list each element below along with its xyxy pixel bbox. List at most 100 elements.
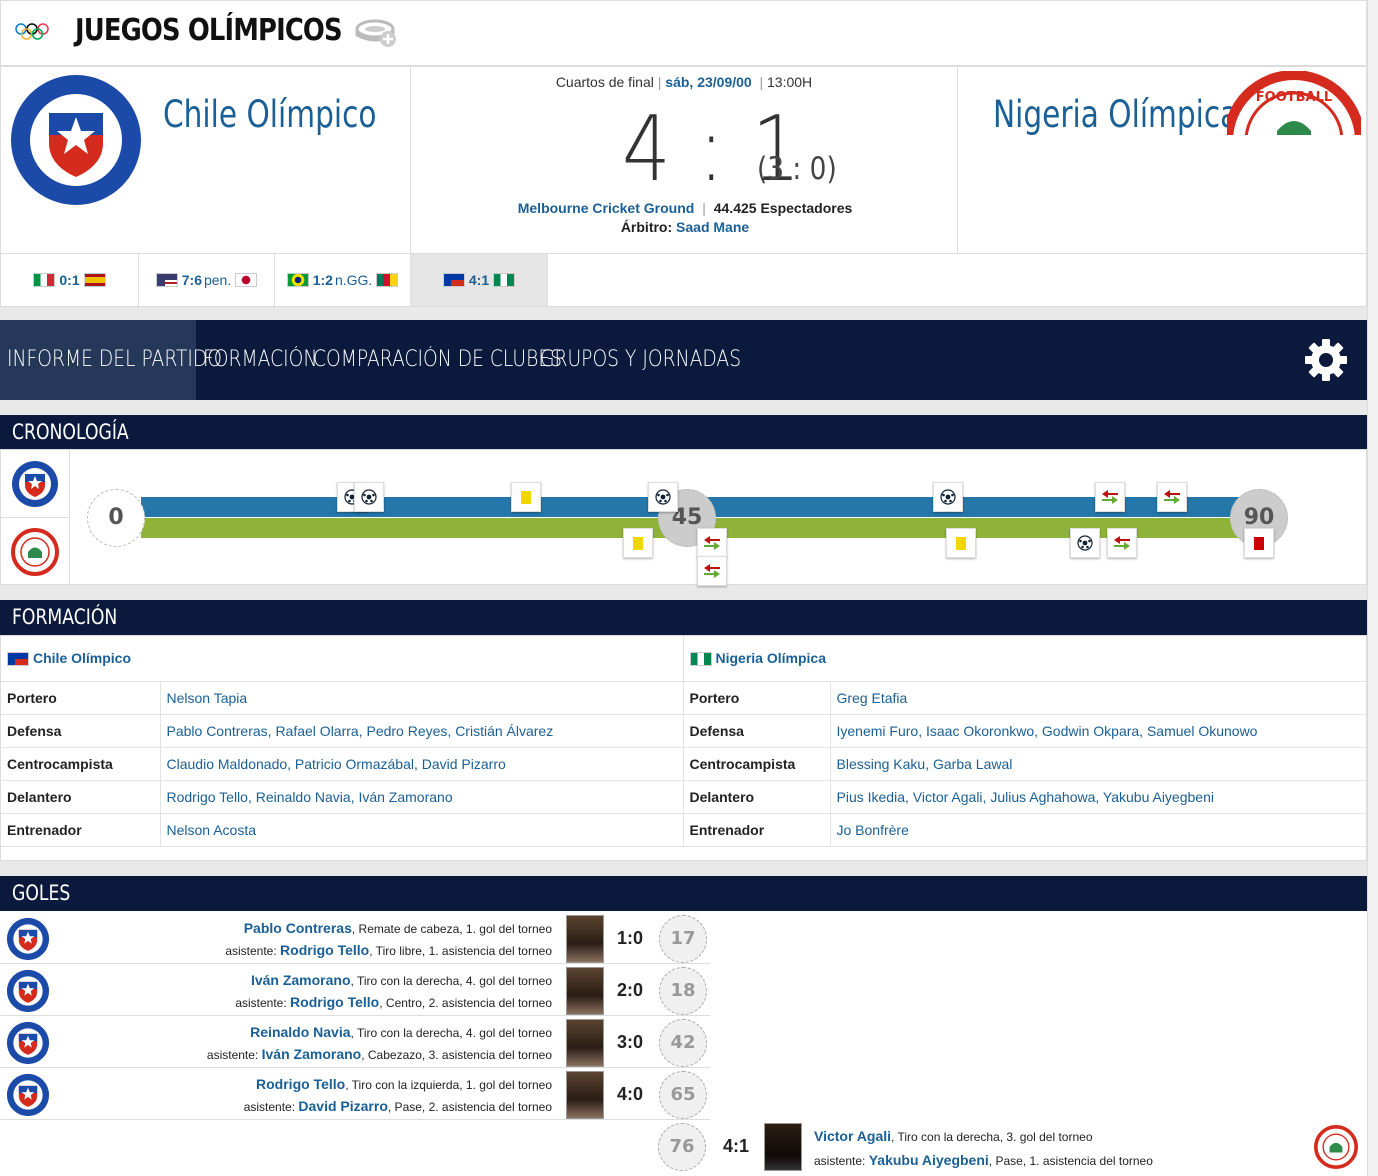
separator: | — [759, 74, 764, 90]
formation-home-team[interactable]: Chile Olímpico — [33, 650, 131, 666]
home-players[interactable]: Pablo Contreras, Rafael Olarra, Pedro Re… — [159, 714, 683, 748]
player-photo[interactable] — [566, 967, 604, 1015]
result-score: 0:1 — [59, 272, 80, 288]
assist-detail: , Pase, 1. asistencia del torneo — [988, 1154, 1153, 1168]
timeline-crests — [1, 450, 70, 584]
tab-groups[interactable]: GRUPOS Y JORNADAS — [540, 320, 741, 400]
away-players[interactable]: Iyenemi Furo, Isaac Okoronkwo, Godwin Ok… — [829, 714, 1366, 748]
separator: | — [657, 74, 662, 90]
goal-detail: , Tiro con la derecha, 4. gol del torneo — [350, 974, 552, 988]
goal-row: Rodrigo Tello, Tiro con la izquierda, 1.… — [0, 1070, 710, 1120]
goal-scorer[interactable]: Iván Zamorano — [251, 972, 351, 988]
away-team-name[interactable]: Nigeria Olímpica — [993, 93, 1238, 136]
match-time: 13:00H — [767, 74, 813, 90]
svg-text:FOOTBALL: FOOTBALL — [1256, 90, 1332, 105]
goal-text: Rodrigo Tello, Tiro con la izquierda, 1.… — [0, 1070, 552, 1120]
referee-link[interactable]: Saad Mane — [676, 219, 749, 235]
chile-flag-icon — [442, 273, 465, 287]
timeline-event-yellow-card[interactable] — [622, 528, 653, 558]
away-players[interactable]: Pius Ikedia, Victor Agali, Julius Aghaho… — [829, 780, 1366, 814]
formation-row: Defensa Pablo Contreras, Rafael Olarra, P… — [1, 714, 1366, 748]
result-suffix: n.GG. — [334, 272, 373, 288]
home-team-cell[interactable]: Chile Olímpico — [1, 636, 683, 682]
away-players[interactable]: Jo Bonfrère — [829, 813, 1366, 847]
goal-row: Reinaldo Navia, Tiro con la derecha, 4. … — [0, 1018, 710, 1068]
player-photo[interactable] — [566, 1019, 604, 1067]
assist-label: asistente: — [243, 1100, 296, 1114]
yellow-card-icon — [955, 536, 966, 550]
goal-scorer[interactable]: Victor Agali — [814, 1128, 891, 1144]
timeline-event-ball[interactable] — [647, 482, 678, 512]
goal-text: Reinaldo Navia, Tiro con la derecha, 4. … — [0, 1018, 552, 1068]
goal-assist[interactable]: Rodrigo Tello — [290, 994, 379, 1010]
position-label: Centrocampista — [682, 747, 830, 781]
home-team-name[interactable]: Chile Olímpico — [163, 93, 376, 136]
player-photo[interactable] — [566, 1071, 604, 1119]
player-photo[interactable] — [764, 1123, 802, 1171]
timeline-event-substitution[interactable] — [1107, 528, 1138, 558]
goal-score: 2:0 — [616, 980, 643, 1000]
position-label: Portero — [682, 681, 830, 715]
match-header: Chile Olímpico Cuartos de final | sáb, 2… — [0, 66, 1367, 255]
spain-flag-icon — [83, 273, 106, 287]
timeline-event-substitution[interactable] — [697, 556, 728, 586]
ball-icon — [1077, 535, 1093, 551]
goal-assist[interactable]: Iván Zamorano — [262, 1046, 362, 1062]
away-players[interactable]: Blessing Kaku, Garba Lawal — [829, 747, 1366, 781]
page-scrollbar[interactable] — [1367, 0, 1378, 1176]
result-item[interactable]: 7:6 pen. — [139, 254, 275, 306]
timeline-event-ball[interactable] — [353, 482, 384, 512]
timeline-event-yellow-card[interactable] — [511, 482, 542, 512]
away-players[interactable]: Greg Etafia — [829, 681, 1366, 715]
position-label: Entrenador — [1, 813, 160, 847]
chile-crest-icon[interactable] — [11, 460, 59, 508]
ball-icon — [360, 489, 377, 505]
timeline-event-yellow-card[interactable] — [945, 528, 976, 558]
timeline-event-substitution[interactable] — [1157, 482, 1188, 512]
goal-score: 4:0 — [616, 1084, 643, 1104]
home-players[interactable]: Rodrigo Tello, Reinaldo Navia, Iván Zamo… — [159, 780, 683, 814]
nigeria-crest-icon[interactable] — [1314, 1125, 1358, 1174]
timeline-event-substitution[interactable] — [1094, 482, 1125, 512]
match-round: Cuartos de final — [555, 74, 654, 90]
goal-assist[interactable]: David Pizarro — [298, 1098, 387, 1114]
formation-away-team[interactable]: Nigeria Olímpica — [716, 650, 826, 666]
away-team-cell[interactable]: Nigeria Olímpica — [682, 636, 1366, 682]
italy-flag-icon — [33, 273, 56, 287]
chile-crest-icon[interactable] — [9, 73, 143, 207]
timeline-event-ball[interactable] — [1070, 528, 1101, 558]
referee-label: Árbitro: — [620, 219, 673, 235]
japan-flag-icon — [235, 273, 258, 287]
nigeria-crest-icon[interactable] — [11, 528, 59, 576]
tab-formation[interactable]: FORMACIÓN — [203, 320, 317, 400]
result-item-active[interactable]: 4:1 — [411, 254, 548, 306]
home-players[interactable]: Nelson Acosta — [159, 813, 683, 847]
result-item[interactable]: 1:2 n.GG. — [275, 254, 411, 306]
timeline-event-ball[interactable] — [933, 482, 964, 512]
assist-detail: , Pase, 2. asistencia del torneo — [387, 1100, 552, 1114]
goal-assist[interactable]: Yakubu Aiyegbeni — [869, 1152, 989, 1168]
timeline-event-substitution[interactable] — [697, 528, 728, 558]
assist-label: asistente: — [814, 1154, 866, 1168]
home-players[interactable]: Claudio Maldonado, Patricio Ormazábal, D… — [159, 747, 683, 781]
goal-assist[interactable]: Rodrigo Tello — [280, 942, 369, 958]
gear-icon[interactable] — [1304, 338, 1348, 382]
nigeria-crest-icon[interactable]: FOOTBALL — [1227, 71, 1361, 135]
tab-club-comparison[interactable]: COMPARACIÓN DE CLUBES — [313, 320, 562, 400]
formation-table: Chile Olímpico Nigeria Olímpica Portero N… — [1, 636, 1366, 847]
stadium-add-icon[interactable] — [355, 15, 399, 49]
timeline-event-red-card[interactable] — [1244, 528, 1274, 558]
goal-scorer[interactable]: Reinaldo Navia — [250, 1024, 350, 1040]
home-players[interactable]: Nelson Tapia — [159, 681, 683, 715]
player-photo[interactable] — [566, 915, 604, 963]
venue-link[interactable]: Melbourne Cricket Ground — [518, 200, 695, 216]
match-date[interactable]: sáb, 23/09/00 — [665, 74, 751, 90]
assist-label: asistente: — [206, 1048, 259, 1062]
formation-row: Centrocampista Claudio Maldonado, Patrici… — [1, 747, 1366, 781]
competition-title[interactable]: JUEGOS OLÍMPICOS — [75, 13, 343, 48]
result-item[interactable]: 0:1 — [1, 254, 139, 306]
tab-match-report[interactable]: INFORME DEL PARTIDO — [7, 320, 222, 400]
goal-scorer[interactable]: Pablo Contreras — [244, 920, 352, 936]
substitution-icon — [1114, 536, 1131, 550]
goal-scorer[interactable]: Rodrigo Tello — [256, 1076, 345, 1092]
